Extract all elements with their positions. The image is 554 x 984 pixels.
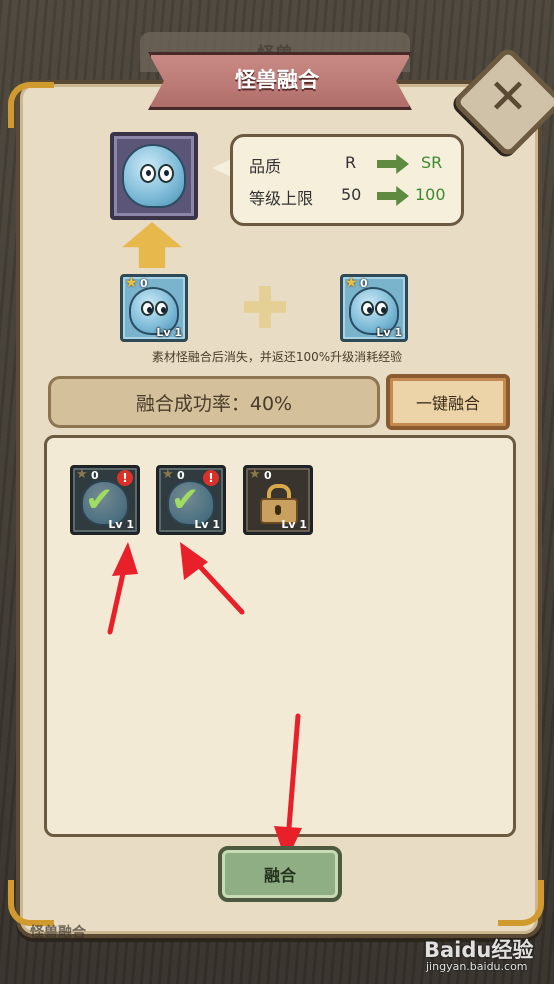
red-arrow-annotations [107,542,302,862]
background-window-label: 怪兽融合 [30,925,86,941]
red-arrow-icon [180,542,245,615]
red-arrow-icon [274,713,302,862]
fuse-button[interactable]: 融合 [218,846,342,902]
red-arrow-icon [107,542,138,635]
watermark-url: jingyan.baidu.com [426,960,528,973]
fuse-button-label: 融合 [263,866,296,885]
